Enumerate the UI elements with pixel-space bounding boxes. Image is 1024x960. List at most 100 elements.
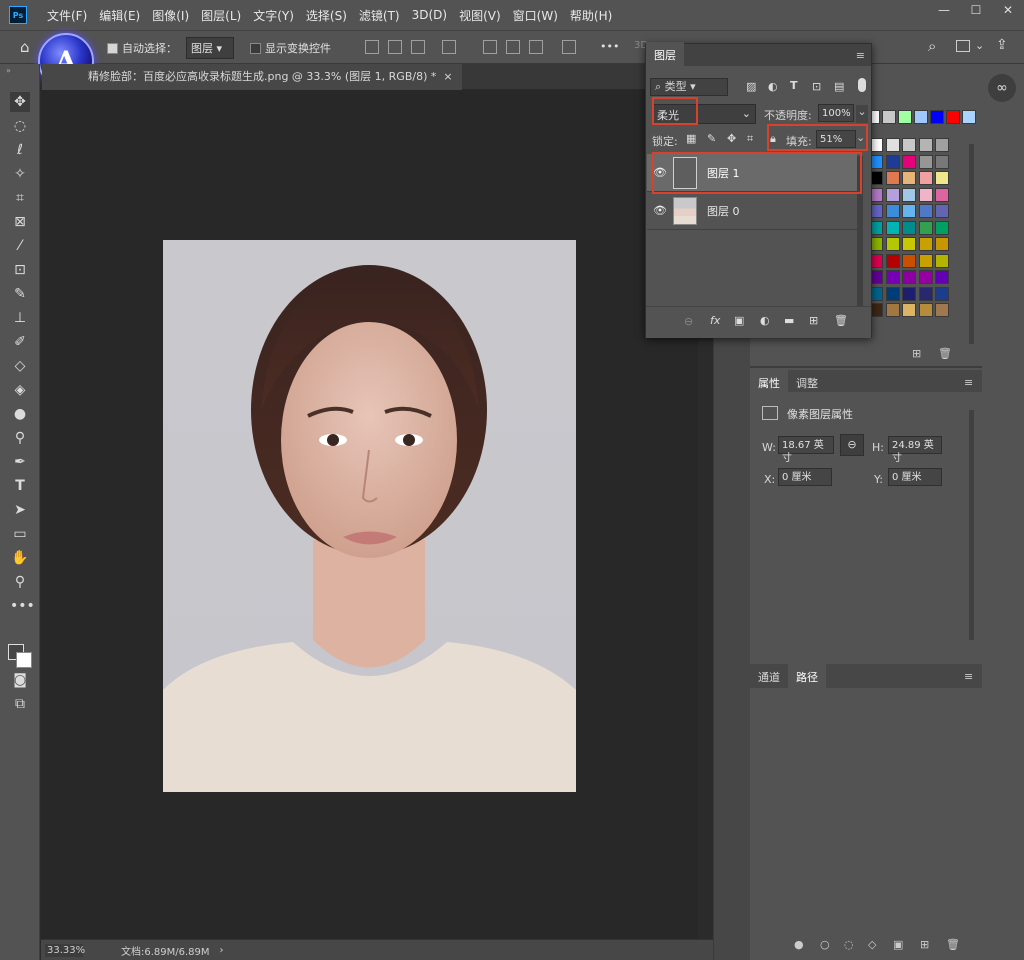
dodge-tool-icon[interactable]: ⚲ <box>10 428 30 448</box>
align-hcenter-icon[interactable] <box>388 40 402 54</box>
menu-file[interactable]: 文件(F) <box>47 7 87 24</box>
layer-name[interactable]: 图层 0 <box>707 203 740 219</box>
make-workpath-icon[interactable]: ◇ <box>868 938 876 951</box>
color-swatch[interactable] <box>918 237 933 251</box>
color-swatch[interactable] <box>885 187 900 202</box>
color-swatch[interactable] <box>935 237 949 251</box>
visibility-eye-icon[interactable]: 👁︎ <box>647 204 673 217</box>
color-swatch[interactable] <box>935 253 949 268</box>
menu-select[interactable]: 选择(S) <box>306 7 347 24</box>
align-right-icon[interactable] <box>411 40 425 54</box>
zoom-tool-icon[interactable]: ⚲ <box>10 572 30 592</box>
color-swatch[interactable] <box>930 110 944 124</box>
color-swatch[interactable] <box>918 187 933 202</box>
tab-adjustments[interactable]: 调整 <box>788 370 826 392</box>
load-selection-icon[interactable]: ◌ <box>844 938 854 951</box>
delete-path-icon[interactable]: 🗑 <box>946 938 960 951</box>
color-swatch[interactable] <box>902 253 916 268</box>
auto-select-dropdown[interactable]: 图层 ▾ <box>186 37 234 59</box>
color-swatch[interactable] <box>902 138 916 152</box>
color-swatch[interactable] <box>902 286 916 301</box>
chevron-down-icon[interactable]: ⌄ <box>975 39 984 52</box>
color-swatch[interactable] <box>935 286 949 301</box>
paths-menu-icon[interactable]: ≡ <box>964 670 973 683</box>
auto-select-checkbox[interactable] <box>107 41 118 54</box>
maximize-button[interactable]: ☐ <box>960 0 992 22</box>
trash-icon[interactable]: 🗑 <box>834 314 848 327</box>
brush-tool-icon[interactable]: ✎ <box>10 284 30 304</box>
filter-toggle-icon[interactable] <box>858 78 866 92</box>
eraser-tool-icon[interactable]: ◇ <box>10 356 30 376</box>
filter-smartobject-icon[interactable]: ▤ <box>834 80 844 93</box>
color-swatch[interactable] <box>918 138 933 152</box>
color-swatch[interactable] <box>935 220 949 235</box>
close-window-button[interactable]: ✕ <box>992 0 1024 22</box>
blur-tool-icon[interactable]: ● <box>10 404 30 424</box>
hand-tool-icon[interactable]: ✋ <box>10 548 30 568</box>
tab-properties[interactable]: 属性 <box>750 370 788 392</box>
color-swatch[interactable] <box>935 154 949 169</box>
eyedropper-icon[interactable]: ⁄ <box>10 236 30 256</box>
close-tab-icon[interactable]: × <box>443 70 452 83</box>
opacity-field[interactable]: 100% <box>818 104 854 122</box>
menu-3d[interactable]: 3D(D) <box>412 8 447 22</box>
distribute-h-icon[interactable] <box>442 40 456 54</box>
history-brush-icon[interactable]: ✐ <box>10 332 30 352</box>
color-swatch[interactable] <box>946 110 960 124</box>
color-swatch[interactable] <box>935 270 949 284</box>
minimize-button[interactable]: — <box>928 0 960 22</box>
filter-type-icon[interactable]: T <box>790 79 798 92</box>
color-swatch[interactable] <box>885 220 900 235</box>
new-path-icon[interactable]: ⊞ <box>920 938 929 951</box>
search-icon[interactable]: ⌕ <box>928 37 936 55</box>
color-swatch[interactable] <box>885 303 900 317</box>
color-swatch[interactable] <box>902 220 916 235</box>
menu-window[interactable]: 窗口(W) <box>513 7 558 24</box>
frame-tool-icon[interactable]: ⊠ <box>10 212 30 232</box>
color-swatch[interactable] <box>902 237 916 251</box>
link-dimensions-icon[interactable]: ⊖ <box>840 434 864 456</box>
healing-brush-icon[interactable]: ⊡ <box>10 260 30 280</box>
color-swatch[interactable] <box>902 303 916 317</box>
color-swatch[interactable] <box>885 286 900 301</box>
document-tab[interactable]: 精修脸部：百度必应高收录标题生成.png @ 33.3% (图层 1, RGB/… <box>42 64 462 90</box>
tab-layers[interactable]: 图层 <box>646 42 684 68</box>
menu-type[interactable]: 文字(Y) <box>253 7 294 24</box>
menu-image[interactable]: 图像(I) <box>152 7 189 24</box>
properties-scrollbar[interactable] <box>969 410 974 640</box>
color-swatch[interactable] <box>918 220 933 235</box>
quick-mask-icon[interactable]: ◙ <box>10 670 30 690</box>
distribute-v-icon[interactable] <box>562 40 576 54</box>
status-menu-arrow-icon[interactable]: › <box>220 945 224 956</box>
lock-artboard-icon[interactable]: ⌗ <box>747 132 753 146</box>
tab-paths[interactable]: 路径 <box>788 664 826 688</box>
color-swatch[interactable] <box>898 110 912 124</box>
layer-filter-dropdown[interactable]: ⌕ 类型 ▾ <box>650 78 728 96</box>
color-swatch[interactable] <box>885 270 900 284</box>
more-options-icon[interactable]: ••• <box>600 40 619 53</box>
properties-menu-icon[interactable]: ≡ <box>964 376 973 389</box>
fill-chevron-icon[interactable]: ⌄ <box>856 131 865 144</box>
align-bottom-icon[interactable] <box>529 40 543 54</box>
lock-position-icon[interactable]: ✥ <box>727 132 736 145</box>
color-swatch[interactable] <box>962 110 976 124</box>
new-layer-icon[interactable]: ⊞ <box>809 314 818 327</box>
share-icon[interactable]: ⇪ <box>996 37 1008 53</box>
creative-cloud-icon[interactable]: ∞ <box>988 74 1016 102</box>
color-swatch[interactable] <box>918 303 933 317</box>
filter-pixel-icon[interactable]: ▨ <box>746 80 756 93</box>
color-swatch[interactable] <box>918 286 933 301</box>
color-swatch[interactable] <box>935 303 949 317</box>
zoom-level[interactable]: 33.33% <box>45 943 85 957</box>
color-swatch[interactable] <box>885 154 900 169</box>
adjustment-icon[interactable]: ◐ <box>760 314 770 327</box>
stroke-path-icon[interactable]: ○ <box>820 938 830 951</box>
lasso-tool-icon[interactable]: ℓ <box>10 140 30 160</box>
visibility-eye-icon[interactable]: 👁︎ <box>647 166 673 179</box>
menu-view[interactable]: 视图(V) <box>459 7 501 24</box>
align-vcenter-icon[interactable] <box>506 40 520 54</box>
new-swatch-icon[interactable]: ⊞ <box>912 347 921 360</box>
y-field[interactable]: 0 厘米 <box>888 468 942 486</box>
fill-path-icon[interactable]: ● <box>794 938 804 951</box>
lock-all-icon[interactable]: 🔒︎ <box>770 132 776 146</box>
